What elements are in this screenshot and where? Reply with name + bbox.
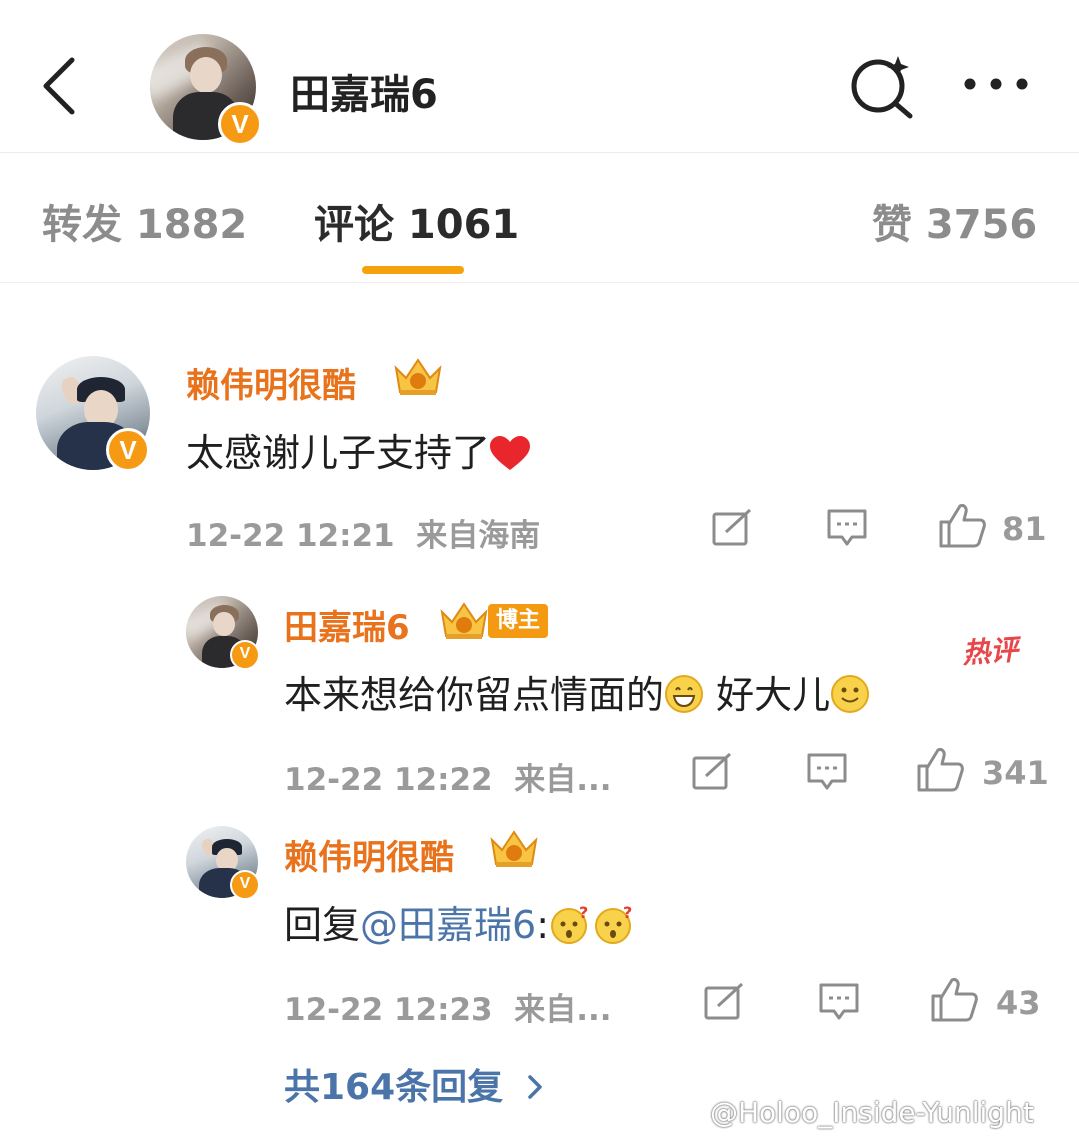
like-count: 81: [1002, 510, 1047, 548]
heart-emoji-icon: [490, 436, 531, 470]
mention-link[interactable]: @田嘉瑞6: [360, 903, 536, 947]
verified-badge-icon: V: [218, 102, 262, 146]
thumbs-up-icon[interactable]: [916, 746, 964, 792]
verified-badge-icon: V: [106, 428, 150, 472]
crown-fan-badge-icon: [440, 602, 488, 639]
crown-fan-badge-icon: [394, 358, 442, 395]
repost-icon[interactable]: [712, 508, 754, 546]
smile-emoji-icon: [831, 675, 870, 713]
tab-active-indicator: [362, 266, 464, 274]
comment-username[interactable]: 赖伟明很酷: [186, 358, 356, 407]
reply-comment-icon[interactable]: [826, 508, 868, 548]
svg-text:?: ?: [623, 904, 632, 922]
grin-emoji-icon: [665, 675, 704, 713]
comment-text: 太感谢儿子支持了: [186, 422, 531, 477]
reply-timestamp: 12-22 12:23 来自...: [284, 992, 612, 1028]
tab-likes[interactable]: 赞 3756: [872, 192, 1037, 250]
verified-badge-icon: V: [230, 640, 260, 670]
verified-badge-icon: V: [230, 870, 260, 900]
reply-comment-icon[interactable]: [818, 982, 860, 1022]
confused-emoji-icon: ?: [551, 904, 588, 944]
confused-emoji-icon: ?: [595, 904, 632, 944]
like-count: 43: [996, 984, 1041, 1022]
reply-text: 本来想给你留点情面的 好大儿: [284, 664, 870, 719]
reply-timestamp: 12-22 12:22 来自...: [284, 762, 612, 798]
view-all-replies-link[interactable]: 共164条回复: [284, 1058, 544, 1110]
divider: [0, 282, 1079, 283]
page-title: 田嘉瑞6: [290, 72, 438, 118]
author-tag-badge: 博主: [488, 604, 548, 638]
crown-fan-badge-icon: [490, 830, 538, 867]
reply-username[interactable]: 赖伟明很酷: [284, 830, 454, 879]
reply-text: 回复@田嘉瑞6:??: [284, 894, 637, 949]
watermark: @Holoo_Inside-Yunlight: [710, 1096, 1034, 1129]
like-count: 341: [982, 754, 1049, 792]
comment-timestamp: 12-22 12:21 来自海南: [186, 518, 541, 554]
reply-username[interactable]: 田嘉瑞6: [284, 600, 410, 649]
tab-reposts[interactable]: 转发 1882: [42, 192, 247, 250]
more-dots-icon[interactable]: [962, 72, 1032, 96]
thumbs-up-icon[interactable]: [930, 976, 978, 1022]
tab-comments[interactable]: 评论 1061: [314, 192, 519, 250]
repost-icon[interactable]: [692, 752, 734, 790]
search-sparkle-icon[interactable]: [848, 52, 918, 122]
thumbs-up-icon[interactable]: [938, 502, 986, 548]
hot-comment-badge: 热评: [961, 633, 1020, 670]
chevron-right-icon: [527, 1075, 542, 1099]
svg-text:?: ?: [579, 904, 588, 922]
reply-comment-icon[interactable]: [806, 752, 848, 792]
back-chevron-left-icon[interactable]: [38, 56, 86, 116]
repost-icon[interactable]: [704, 982, 746, 1020]
